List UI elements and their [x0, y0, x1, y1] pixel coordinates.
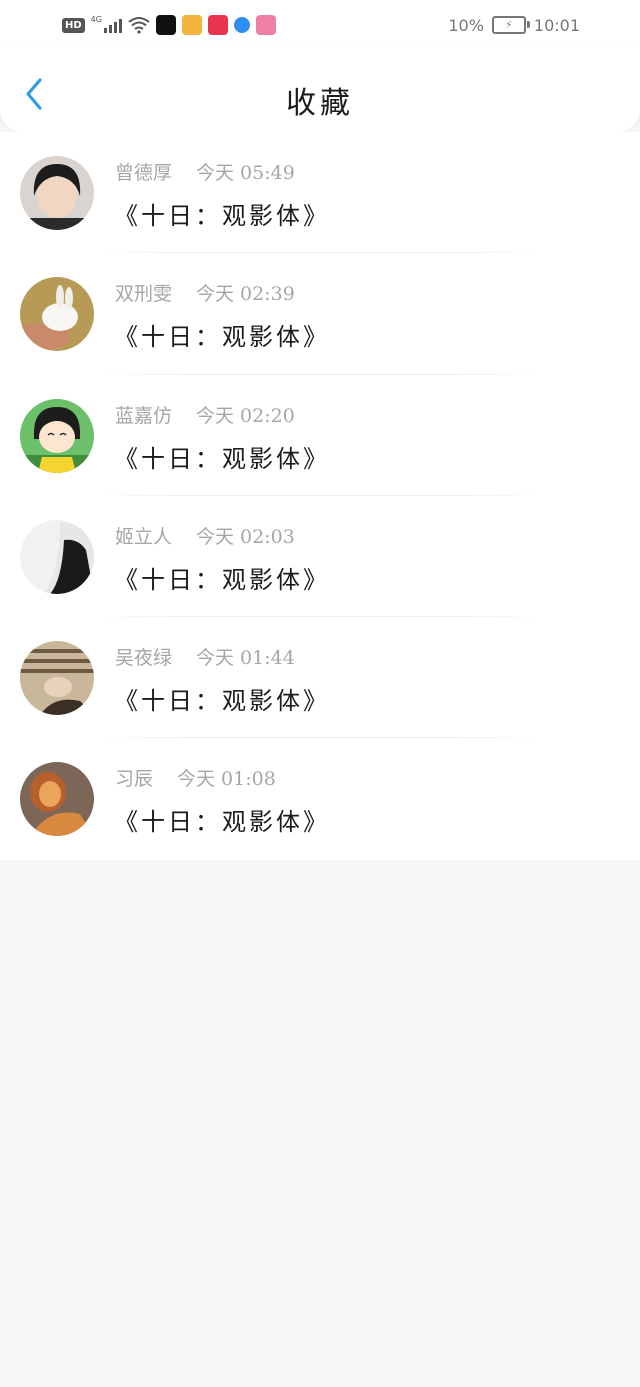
capcut-app-icon: [155, 15, 176, 35]
list-item[interactable]: 习辰 今天 01:08 《十日：观影体》: [0, 738, 640, 859]
item-meta: 姬立人 今天 02:03: [115, 522, 295, 549]
user-name: 习辰: [115, 768, 154, 791]
battery-percent: 10%: [448, 15, 484, 35]
cartoon-avatar[interactable]: [20, 398, 94, 473]
page-title: 收藏: [286, 86, 354, 121]
timestamp: 今天 01:08: [177, 768, 276, 791]
user-name: 蓝嘉仿: [115, 404, 173, 427]
hd-badge: HD: [62, 17, 85, 33]
user-name: 吴夜绿: [115, 647, 173, 670]
network-type: 4G: [90, 14, 102, 24]
lion-avatar[interactable]: [20, 762, 94, 837]
timestamp: 今天 02:03: [196, 525, 295, 548]
timestamp: 今天 05:49: [196, 162, 295, 184]
list-item[interactable]: 姬立人 今天 02:03 《十日：观影体》: [0, 496, 640, 618]
sleeping-person-avatar[interactable]: [20, 641, 94, 716]
favorites-list: 曾德厚 今天 05:49 《十日：观影体》 双刑雯 今天 02:39 《十日：观影体…: [0, 132, 640, 860]
list-item[interactable]: 双刑雯 今天 02:39 《十日：观影体》: [0, 253, 640, 375]
weibo-app-icon: [181, 15, 202, 35]
favorite-title: 《十日：观影体》: [114, 323, 330, 352]
list-item[interactable]: 蓝嘉仿 今天 02:20 《十日：观影体》: [0, 375, 640, 496]
status-icons-left: HD 4G: [62, 14, 276, 36]
favorite-title: 《十日：观影体》: [114, 444, 330, 473]
item-meta: 吴夜绿 今天 01:44: [115, 643, 295, 670]
favorite-title: 《十日：观影体》: [114, 565, 330, 594]
timestamp: 今天 02:39: [196, 283, 295, 306]
list-item[interactable]: 吴夜绿 今天 01:44 《十日：观影体》: [0, 617, 640, 739]
item-meta: 曾德厚 今天 05:49: [115, 158, 295, 185]
user-name: 姬立人: [115, 525, 173, 548]
person-avatar[interactable]: [20, 156, 94, 230]
timestamp: 今天 02:20: [196, 404, 295, 427]
favorite-title: 《十日：观影体》: [114, 687, 330, 716]
camera-app-icon: [207, 15, 228, 35]
signal-icon: [103, 17, 122, 33]
bw-photo-avatar[interactable]: [20, 519, 94, 594]
status-bar: HD 4G 10% ⚡ 10:01: [0, 0, 640, 48]
item-meta: 双刑雯 今天 02:39: [115, 279, 295, 306]
clock: 10:01: [533, 15, 580, 35]
list-item[interactable]: 曾德厚 今天 05:49 《十日：观影体》: [0, 132, 640, 254]
bilibili-app-icon: [255, 15, 276, 35]
favorite-title: 《十日：观影体》: [114, 808, 330, 837]
nav-header: 收藏: [0, 48, 640, 132]
user-name: 曾德厚: [115, 162, 173, 184]
favorite-title: 《十日：观影体》: [114, 202, 330, 230]
status-icons-right: 10% ⚡ 10:01: [448, 14, 580, 36]
item-meta: 蓝嘉仿 今天 02:20: [115, 401, 295, 428]
item-meta: 习辰 今天 01:08: [115, 764, 276, 791]
timestamp: 今天 01:44: [196, 647, 295, 670]
rabbit-avatar[interactable]: [20, 277, 94, 352]
battery-icon: ⚡: [491, 16, 530, 34]
wifi-icon: [128, 17, 150, 34]
user-name: 双刑雯: [115, 283, 173, 306]
browser-app-icon: [233, 17, 250, 33]
